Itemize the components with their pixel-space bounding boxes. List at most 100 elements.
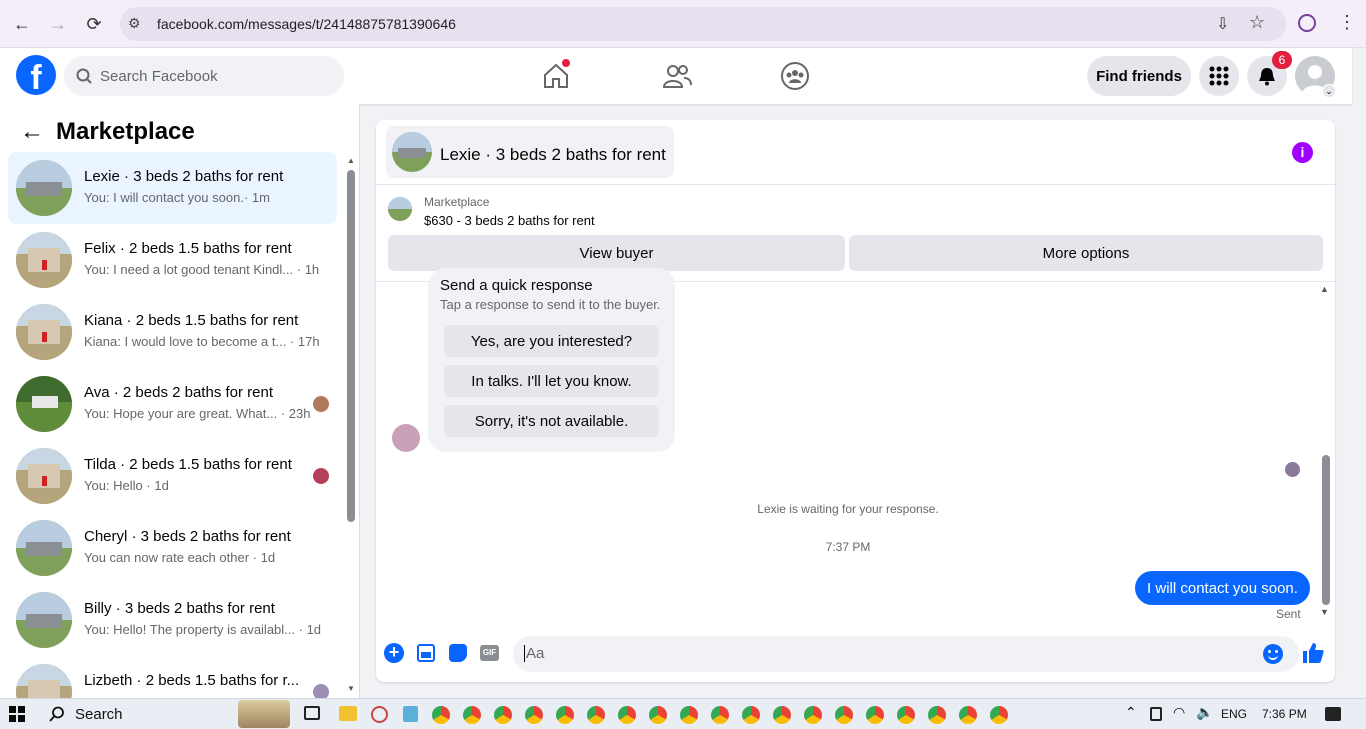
thumbs-up-icon[interactable] [1302,642,1324,664]
chrome-icon[interactable] [897,706,915,724]
quick-reply-button[interactable]: Sorry, it's not available. [444,405,659,437]
notification-center-icon[interactable] [1325,707,1341,721]
menu-grid-button[interactable] [1199,56,1239,96]
plus-icon[interactable]: + [384,643,404,663]
windows-start-icon[interactable] [9,706,25,722]
volume-icon[interactable]: 🔈 [1196,704,1213,721]
scroll-down-icon[interactable]: ▼ [347,684,355,693]
conversation-snippet: You: I need a lot good tenant Kindl... [84,262,294,277]
taskbar-search-label[interactable]: Search [75,706,123,723]
chrome-icon[interactable] [928,706,946,724]
chrome-icon[interactable] [556,706,574,724]
device-icon[interactable] [1150,707,1162,721]
conversation-item[interactable]: Ava · 2 beds 2 baths for rent You: Hope … [8,368,337,440]
chrome-icon[interactable] [742,706,760,724]
message-timestamp: 7:37 PM [825,540,871,554]
divider [376,184,1335,185]
read-receipt-avatar [1285,462,1300,477]
chrome-icon[interactable] [618,706,636,724]
system-clock[interactable]: 7:36 PM [1262,707,1307,721]
chrome-icon[interactable] [649,706,667,724]
wifi-icon[interactable]: ◠ [1173,704,1185,721]
conversation-item[interactable]: Tilda · 2 beds 1.5 baths for rent You: H… [8,440,337,512]
listing-thumbnail [16,160,72,216]
quick-reply-button[interactable]: In talks. I'll let you know. [444,365,659,397]
conversation-item[interactable]: Kiana · 2 beds 1.5 baths for rent Kiana:… [8,296,337,368]
site-info-icon[interactable]: ⚙ [128,15,141,32]
sticker-icon[interactable] [449,644,467,662]
conversation-title: Lexie · 3 beds 2 baths for rent [84,168,284,185]
taskbar-search-icon [49,706,64,722]
chrome-icon[interactable] [804,706,822,724]
file-explorer-icon[interactable] [339,706,357,721]
quick-reply-button[interactable]: Yes, are you interested? [444,325,659,357]
message-input[interactable] [513,636,1299,672]
seen-avatar [313,396,329,412]
conversation-time: · 23h [280,406,311,421]
chrome-icon[interactable] [494,706,512,724]
language-indicator[interactable]: ENG [1221,707,1247,721]
chrome-icon[interactable] [711,706,729,724]
chrome-icon[interactable] [525,706,543,724]
bookmark-star-icon[interactable]: ☆ [1249,12,1265,33]
conversation-item[interactable]: Billy · 3 beds 2 baths for rent You: Hel… [8,584,337,656]
profile-icon[interactable] [1298,14,1316,32]
back-icon[interactable]: ← [10,12,34,36]
chevron-down-icon[interactable]: ⌄ [1322,84,1336,98]
seen-avatar [313,684,329,698]
conversation-item[interactable]: Cheryl · 3 beds 2 baths for rent You can… [8,512,337,584]
task-view-icon[interactable] [304,706,320,720]
emoji-icon[interactable] [1263,644,1283,664]
sent-status: Sent [1276,607,1301,621]
chrome-icon[interactable] [835,706,853,724]
find-friends-button[interactable]: Find friends [1087,56,1191,96]
scroll-down-icon[interactable]: ▼ [1320,607,1329,617]
chat-scrollbar[interactable] [1322,455,1330,605]
gif-icon[interactable]: GIF [480,645,499,661]
snipping-tool-icon[interactable] [371,706,388,723]
seen-avatar [313,468,329,484]
friends-icon[interactable] [662,62,692,90]
back-arrow-icon[interactable]: ← [20,118,44,146]
conversation-title: Billy · 3 beds 2 baths for rent [84,600,275,617]
sidebar-scrollbar[interactable] [347,170,355,522]
chrome-icon[interactable] [990,706,1008,724]
chrome-icon[interactable] [463,706,481,724]
facebook-logo-icon[interactable]: f [16,55,56,95]
scroll-up-icon[interactable]: ▲ [347,156,355,165]
chrome-icon[interactable] [773,706,791,724]
info-icon[interactable]: i [1292,142,1313,163]
conversation-time: · 1d [252,550,276,565]
conversation-snippet: You can now rate each other [84,550,250,565]
tray-chevron-icon[interactable]: ⌃ [1125,704,1137,721]
conversation-snippet: Kiana: I would love to become a t... [84,334,287,349]
chrome-icon[interactable] [587,706,605,724]
message-input-placeholder: Aa [524,645,545,662]
chrome-icon[interactable] [959,706,977,724]
conversation-title: Felix · 2 beds 1.5 baths for rent [84,240,292,257]
scroll-up-icon[interactable]: ▲ [1320,284,1329,294]
quick-response-title: Send a quick response [440,277,593,294]
browser-menu-icon[interactable]: ⋮ [1338,12,1356,33]
listing-thumbnail [16,376,72,432]
chrome-icon[interactable] [432,706,450,724]
conversation-time: · 1d [146,478,169,493]
install-icon[interactable]: ⇩ [1216,14,1229,34]
reload-icon[interactable]: ⟳ [82,12,106,36]
chrome-icon[interactable] [680,706,698,724]
view-buyer-button[interactable]: View buyer [388,235,845,271]
buyer-avatar [392,424,420,452]
conversation-item[interactable]: Felix · 2 beds 1.5 baths for rent You: I… [8,224,337,296]
conversation-item[interactable]: Lexie · 3 beds 2 baths for rent You: I w… [8,152,337,224]
listing-thumbnail [16,664,72,698]
forward-icon[interactable]: → [46,12,70,36]
conversation-item[interactable]: Lizbeth · 2 beds 1.5 baths for r... [8,656,337,698]
more-options-button[interactable]: More options [849,235,1323,271]
notepad-icon[interactable] [403,706,418,722]
conversation-title: Ava · 2 beds 2 baths for rent [84,384,274,401]
chrome-icon[interactable] [866,706,884,724]
waiting-notice: Lexie is waiting for your response. [757,502,939,516]
groups-icon[interactable] [780,61,810,91]
listing-thumbnail [16,592,72,648]
image-icon[interactable] [417,644,435,662]
